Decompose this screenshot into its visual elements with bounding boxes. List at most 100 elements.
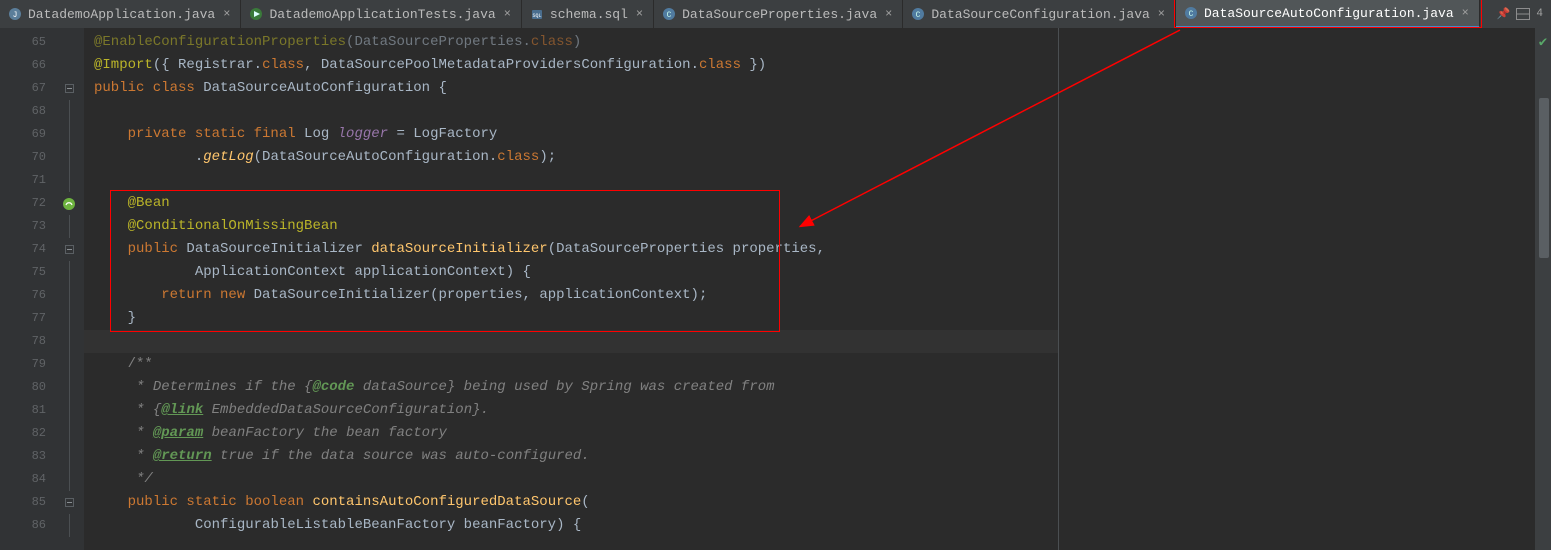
gutter-marker[interactable] [54, 146, 84, 169]
line-number: 73 [0, 215, 54, 238]
gutter-marker[interactable] [54, 376, 84, 399]
vertical-scrollbar[interactable]: ✔ [1535, 28, 1551, 550]
close-icon[interactable]: × [1156, 7, 1167, 21]
line-number: 86 [0, 514, 54, 537]
tab-label: DataSourceAutoConfiguration.java [1204, 6, 1454, 21]
pin-icon[interactable]: 📌 [1497, 7, 1511, 21]
fold-toggle-icon[interactable] [65, 245, 74, 254]
fold-guide [69, 261, 70, 284]
editor-tab[interactable]: C DataSourceProperties.java × [654, 0, 903, 28]
close-icon[interactable]: × [883, 7, 894, 21]
close-icon[interactable]: × [221, 7, 232, 21]
tab-label: DataSourceConfiguration.java [931, 7, 1149, 22]
fold-guide [69, 514, 70, 537]
gutter-marker[interactable] [54, 445, 84, 468]
inspection-status-icon: ✔ [1535, 28, 1551, 51]
fold-guide [69, 284, 70, 307]
split-level-indicator[interactable]: 4 [1536, 8, 1543, 20]
editor-tab[interactable]: C DataSourceAutoConfiguration.java × [1176, 0, 1480, 28]
close-icon[interactable]: × [502, 7, 513, 21]
line-number: 78 [0, 330, 54, 353]
editor-tab[interactable]: SQL schema.sql × [522, 0, 654, 28]
svg-text:C: C [667, 11, 672, 20]
fold-guide [69, 100, 70, 123]
gutter-marker[interactable] [54, 491, 84, 514]
svg-text:J: J [13, 11, 18, 20]
line-number: 69 [0, 123, 54, 146]
file-type-icon: C [911, 7, 925, 21]
line-number: 72 [0, 192, 54, 215]
line-number: 66 [0, 54, 54, 77]
line-number: 71 [0, 169, 54, 192]
tab-label: schema.sql [550, 7, 628, 22]
svg-text:C: C [1189, 10, 1194, 19]
gutter-marker[interactable] [54, 468, 84, 491]
gutter-marker[interactable] [54, 169, 84, 192]
editor-tab[interactable]: J DatademoApplication.java × [0, 0, 241, 28]
fold-guide [69, 422, 70, 445]
line-number: 85 [0, 491, 54, 514]
line-number: 81 [0, 399, 54, 422]
gutter-marker[interactable] [54, 100, 84, 123]
file-type-icon [249, 7, 263, 21]
fold-guide [69, 123, 70, 146]
scrollbar-thumb[interactable] [1539, 98, 1549, 258]
fold-guide [69, 376, 70, 399]
tab-label: DatademoApplication.java [28, 7, 215, 22]
line-number: 79 [0, 353, 54, 376]
tab-tools: 📌 4 [1489, 0, 1551, 28]
file-type-icon: J [8, 7, 22, 21]
gutter-marker[interactable] [54, 31, 84, 54]
gutter-marker[interactable] [54, 307, 84, 330]
gutter-marker[interactable] [54, 353, 84, 376]
spring-bean-icon[interactable] [62, 197, 76, 211]
close-icon[interactable]: × [634, 7, 645, 21]
fold-gutter[interactable] [54, 28, 84, 550]
gutter-marker[interactable] [54, 192, 84, 215]
svg-text:SQL: SQL [532, 13, 541, 19]
editor-tab[interactable]: DatademoApplicationTests.java × [241, 0, 521, 28]
gutter-marker[interactable] [54, 77, 84, 100]
file-type-icon: C [662, 7, 676, 21]
line-number: 74 [0, 238, 54, 261]
gutter-marker[interactable] [54, 399, 84, 422]
gutter-marker[interactable] [54, 123, 84, 146]
gutter-marker[interactable] [54, 261, 84, 284]
line-number: 77 [0, 307, 54, 330]
line-number: 84 [0, 468, 54, 491]
line-number: 83 [0, 445, 54, 468]
line-number: 65 [0, 31, 54, 54]
line-number: 70 [0, 146, 54, 169]
fold-toggle-icon[interactable] [65, 498, 74, 507]
gutter-marker[interactable] [54, 330, 84, 353]
fold-guide [69, 215, 70, 238]
svg-text:C: C [916, 11, 921, 20]
gutter-marker[interactable] [54, 54, 84, 77]
fold-guide [69, 146, 70, 169]
line-number: 75 [0, 261, 54, 284]
gutter-marker[interactable] [54, 514, 84, 537]
fold-guide [69, 169, 70, 192]
line-number: 76 [0, 284, 54, 307]
fold-guide [69, 468, 70, 491]
editor-tab[interactable]: C DataSourceConfiguration.java × [903, 0, 1176, 28]
close-icon[interactable]: × [1460, 6, 1471, 20]
gutter-marker[interactable] [54, 238, 84, 261]
fold-toggle-icon[interactable] [65, 84, 74, 93]
gutter-marker[interactable] [54, 215, 84, 238]
split-horizontal-icon[interactable] [1516, 8, 1530, 20]
secondary-editor-pane[interactable] [1059, 28, 1535, 550]
line-number: 67 [0, 77, 54, 100]
fold-guide [69, 307, 70, 330]
tab-label: DataSourceProperties.java [682, 7, 877, 22]
gutter-marker[interactable] [54, 284, 84, 307]
line-number: 80 [0, 376, 54, 399]
fold-guide [69, 445, 70, 468]
tab-label: DatademoApplicationTests.java [269, 7, 495, 22]
editor-tab-bar: JDatademoApplication.java×DatademoApplic… [0, 0, 1551, 28]
line-number: 82 [0, 422, 54, 445]
file-type-icon: C [1184, 6, 1198, 20]
fold-guide [69, 330, 70, 353]
fold-guide [69, 399, 70, 422]
gutter-marker[interactable] [54, 422, 84, 445]
